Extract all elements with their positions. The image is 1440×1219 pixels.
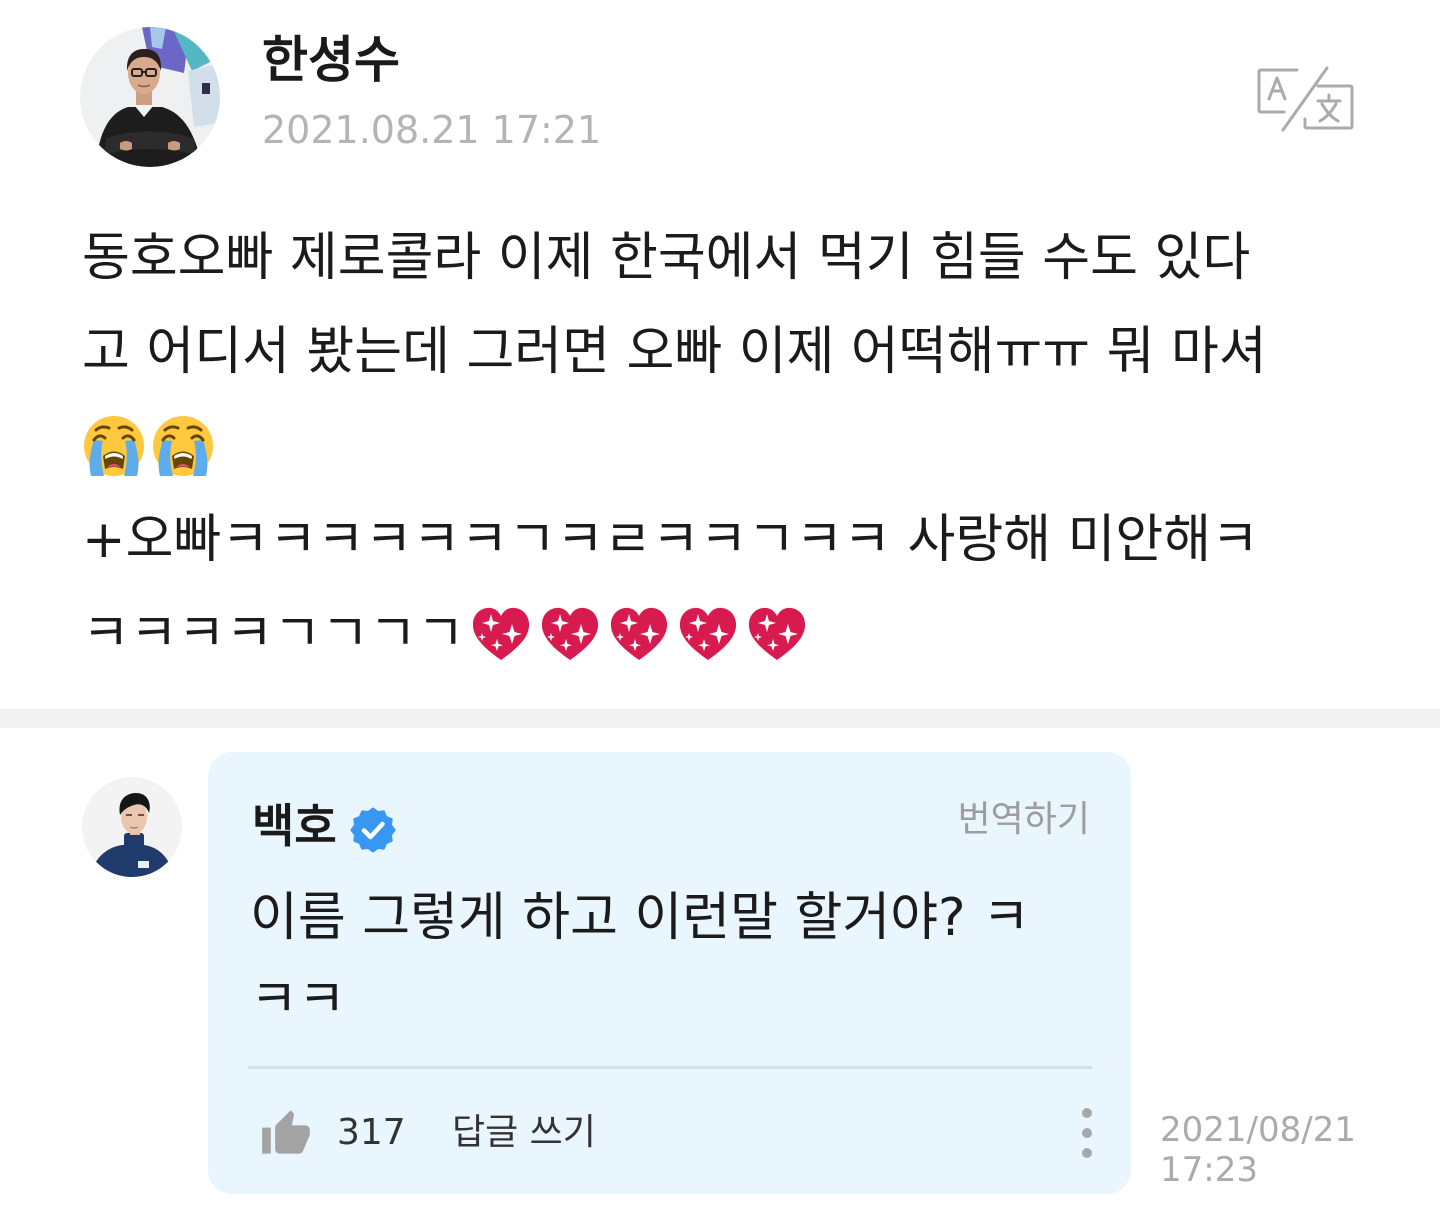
sparkling-heart-icon (676, 602, 740, 666)
post-body: 동호오빠 제로콜라 이제 한국에서 먹기 힘들 수도 있다 고 어디서 봤는데 … (82, 211, 1422, 681)
loudly-crying-face-icon (82, 414, 146, 478)
thumbs-up-icon[interactable] (260, 1108, 312, 1158)
post-text-segment: ㅋㅋㅋㅋㄱㄱㄱㄱ (82, 604, 465, 664)
commenter-avatar[interactable] (82, 777, 182, 877)
comment-time: 17:23 (1160, 1150, 1258, 1190)
post-date: 2021.08.21 17:21 (262, 108, 602, 152)
like-count: 317 (337, 1112, 406, 1153)
comment-author-name[interactable]: 백호 (252, 796, 337, 856)
author-name[interactable]: 한셩수 (262, 28, 400, 92)
comment-footer-divider (248, 1066, 1092, 1069)
post-emoji-line (82, 399, 1422, 493)
sparkling-heart-icon (469, 602, 533, 666)
comment-detail-page: 한셩수 2021.08.21 17:21 동호오빠 제로콜라 이제 한국에서 먹… (0, 0, 1440, 1219)
post-text-line: +오빠ㅋㅋㅋㅋㅋㅋㄱㅋㄹㅋㅋㄱㅋㅋ 사랑해 미안해ㅋ (82, 510, 1259, 570)
post-text-line: 고 어디서 봤는데 그러면 오빠 이제 어떡해ㅠㅠ 뭐 마셔 (82, 322, 1267, 382)
author-avatar[interactable] (80, 27, 220, 167)
sparkling-heart-icon (607, 602, 671, 666)
more-vertical-icon[interactable] (1075, 1102, 1099, 1164)
section-divider (0, 709, 1440, 728)
post-text-line-with-emojis: ㅋㅋㅋㅋㄱㄱㄱㄱ (82, 587, 1422, 681)
comment-bubble: 백호 번역하기 이름 그렇게 하고 이런말 할거야? ㅋ ㅋㅋ 317 답글 쓰… (208, 752, 1131, 1194)
verified-badge-icon (349, 806, 397, 854)
comment-author-row: 백호 (252, 796, 397, 856)
author-photo (80, 27, 220, 167)
sparkling-heart-icon (745, 602, 809, 666)
comment-date: 2021/08/21 (1160, 1110, 1356, 1150)
loudly-crying-face-icon (151, 414, 215, 478)
sparkling-heart-icon (538, 602, 602, 666)
comment-text-line: 이름 그렇게 하고 이런말 할거야? ㅋ (250, 888, 1031, 948)
comment-text: 이름 그렇게 하고 이런말 할거야? ㅋ ㅋㅋ (250, 877, 1110, 1041)
commenter-photo (82, 777, 182, 877)
post-text-line: 동호오빠 제로콜라 이제 한국에서 먹기 힘들 수도 있다 (82, 228, 1251, 288)
translate-icon[interactable] (1255, 66, 1355, 132)
comment-text-line: ㅋㅋ (250, 970, 346, 1030)
reply-button[interactable]: 답글 쓰기 (452, 1109, 596, 1157)
translate-button[interactable]: 번역하기 (958, 796, 1090, 844)
sparkling-hearts-run (469, 587, 814, 681)
